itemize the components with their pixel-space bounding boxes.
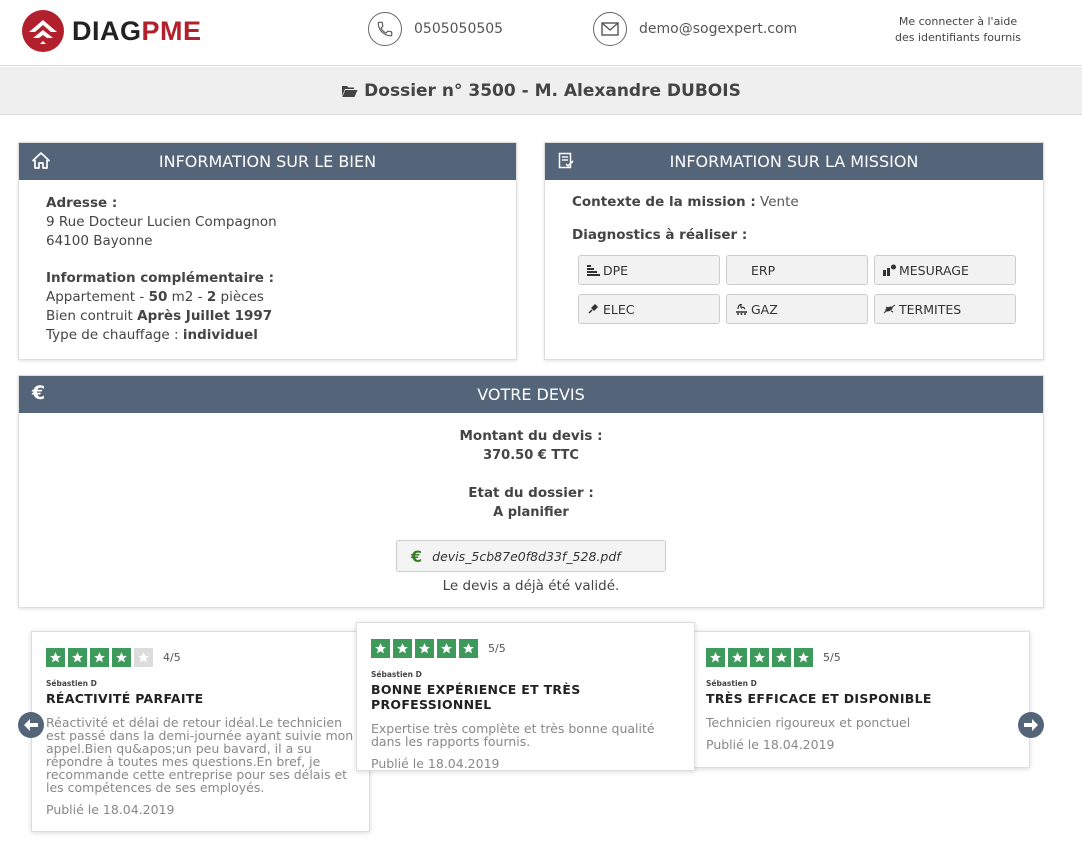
star-icon — [46, 648, 65, 667]
diag-dpe[interactable]: DPE — [578, 255, 720, 285]
review-text: Réactivité et délai de retour idéal.Le t… — [46, 715, 354, 795]
checklist-icon — [558, 152, 574, 169]
mission-info-header: INFORMATION SUR LA MISSION — [545, 143, 1043, 180]
logo-mark-icon — [18, 8, 68, 54]
logo[interactable]: DIAGPME — [18, 8, 202, 54]
star-icon — [415, 639, 434, 658]
quote-pdf-button[interactable]: € devis_5cb87e0f8d33f_528.pdf — [396, 540, 666, 572]
review-text: Technicien rigoureux et ponctuel — [706, 715, 911, 730]
review-author: Sébastien D — [706, 679, 757, 688]
address-line2: 64100 Bayonne — [46, 233, 153, 249]
property-info-title: INFORMATION SUR LE BIEN — [158, 152, 377, 171]
review-title: TRÈS EFFICACE ET DISPONIBLE — [706, 691, 932, 706]
build-date-info: Bien contruit Après Juillet 1997 — [46, 308, 273, 324]
measure-icon — [881, 264, 897, 276]
diag-elec[interactable]: ELEC — [578, 294, 720, 324]
review-date: Publié le 18.04.2019 — [46, 802, 175, 817]
address-label: Adresse : — [46, 195, 118, 211]
star-rating: 5/5 — [371, 639, 680, 658]
star-empty-icon — [134, 648, 153, 667]
star-icon — [459, 639, 478, 658]
title-bar: Dossier n° 3500 - M. Alexandre DUBOIS — [0, 67, 1082, 115]
phone-icon — [368, 12, 402, 46]
star-icon — [68, 648, 87, 667]
star-icon — [750, 648, 769, 667]
star-icon — [393, 639, 412, 658]
file-state-label: Etat du dossier : — [468, 485, 594, 501]
diag-erp[interactable]: ERP — [726, 255, 868, 285]
quote-header: € VOTRE DEVIS — [19, 376, 1043, 413]
dpe-icon — [585, 264, 601, 276]
login-line1: Me connecter à l'aide — [898, 15, 1018, 28]
euro-icon: € — [411, 546, 423, 566]
gas-icon — [733, 303, 749, 315]
page-title: Dossier n° 3500 - M. Alexandre DUBOIS — [341, 81, 741, 101]
quote-validated-text: Le devis a déjà été validé. — [442, 578, 620, 594]
diag-gaz[interactable]: GAZ — [726, 294, 868, 324]
review-author: Sébastien D — [46, 679, 97, 688]
arrow-left-icon — [24, 719, 38, 731]
review-author: Sébastien D — [371, 670, 422, 679]
quote-amount-label: Montant du devis : — [459, 428, 603, 444]
phone-contact[interactable]: 0505050505 — [368, 12, 503, 46]
site-header: DIAGPME 0505050505 demo@sogexpert.com Me… — [0, 0, 1082, 66]
star-icon — [772, 648, 791, 667]
star-icon — [794, 648, 813, 667]
review-card: 5/5 Sébastien D BONNE EXPÉRIENCE ET TRÈS… — [356, 622, 695, 771]
home-icon — [32, 152, 50, 169]
review-score: 5/5 — [488, 642, 506, 655]
folder-open-icon — [341, 84, 358, 98]
review-score: 4/5 — [163, 651, 181, 664]
review-date: Publié le 18.04.2019 — [706, 737, 835, 752]
star-icon — [112, 648, 131, 667]
star-icon — [706, 648, 725, 667]
review-title: RÉACTIVITÉ PARFAITE — [46, 691, 204, 706]
quote-pdf-name: devis_5cb87e0f8d33f_528.pdf — [432, 548, 621, 564]
diag-termites[interactable]: TERMITES — [874, 294, 1016, 324]
file-state-value: A planifier — [493, 505, 569, 520]
phone-number: 0505050505 — [414, 21, 504, 37]
review-title: BONNE EXPÉRIENCE ET TRÈS PROFESSIONNEL — [371, 682, 581, 712]
apartment-info: Appartement - 50 m2 - 2 pièces — [46, 289, 264, 305]
email-contact[interactable]: demo@sogexpert.com — [593, 12, 797, 46]
star-rating: 4/5 — [46, 648, 355, 667]
termite-icon — [881, 304, 897, 314]
star-rating: 5/5 — [706, 648, 1015, 667]
quote-amount-value: 370.50 € TTC — [483, 448, 579, 463]
logo-text: DIAGPME — [72, 15, 202, 46]
envelope-icon — [593, 12, 627, 46]
property-info-panel: INFORMATION SUR LE BIEN Adresse : 9 Rue … — [18, 142, 517, 360]
review-date: Publié le 18.04.2019 — [371, 756, 500, 771]
star-icon — [728, 648, 747, 667]
heating-info: Type de chauffage : individuel — [46, 327, 258, 343]
quote-title: VOTRE DEVIS — [477, 385, 585, 404]
review-score: 5/5 — [823, 651, 841, 664]
diag-mesurage[interactable]: MESURAGE — [874, 255, 1016, 285]
quote-panel: € VOTRE DEVIS Montant du devis : 370.50 … — [18, 375, 1044, 608]
mission-context: Contexte de la mission : Vente — [572, 194, 799, 210]
login-line2: des identifiants fournis — [895, 31, 1021, 44]
review-text: Expertise très complète et très bonne qu… — [371, 721, 655, 749]
review-card: 5/5 Sébastien D TRÈS EFFICACE ET DISPONI… — [691, 631, 1030, 768]
diagnostics-grid: DPE ERP MESURAGE ELEC GAZ TERMITES — [578, 255, 1016, 324]
page-title-text: Dossier n° 3500 - M. Alexandre DUBOIS — [364, 80, 741, 101]
review-card: 4/5 Sébastien D RÉACTIVITÉ PARFAITE Réac… — [31, 631, 370, 832]
star-icon — [371, 639, 390, 658]
diagnostics-label: Diagnostics à réaliser : — [572, 227, 748, 243]
carousel-prev-button[interactable] — [18, 712, 44, 738]
email-address: demo@sogexpert.com — [639, 21, 798, 37]
star-icon — [437, 639, 456, 658]
mission-info-panel: INFORMATION SUR LA MISSION Contexte de l… — [544, 142, 1044, 360]
star-icon — [90, 648, 109, 667]
elec-icon — [585, 303, 601, 315]
extra-info-label: Information complémentaire : — [46, 270, 275, 286]
mission-info-title: INFORMATION SUR LA MISSION — [669, 152, 919, 171]
login-link[interactable]: Me connecter à l'aide des identifiants f… — [888, 14, 1028, 46]
property-info-header: INFORMATION SUR LE BIEN — [19, 143, 516, 180]
address-line1: 9 Rue Docteur Lucien Compagnon — [46, 214, 277, 230]
carousel-next-button[interactable] — [1018, 712, 1044, 738]
euro-icon: € — [32, 382, 46, 404]
arrow-right-icon — [1024, 719, 1038, 731]
